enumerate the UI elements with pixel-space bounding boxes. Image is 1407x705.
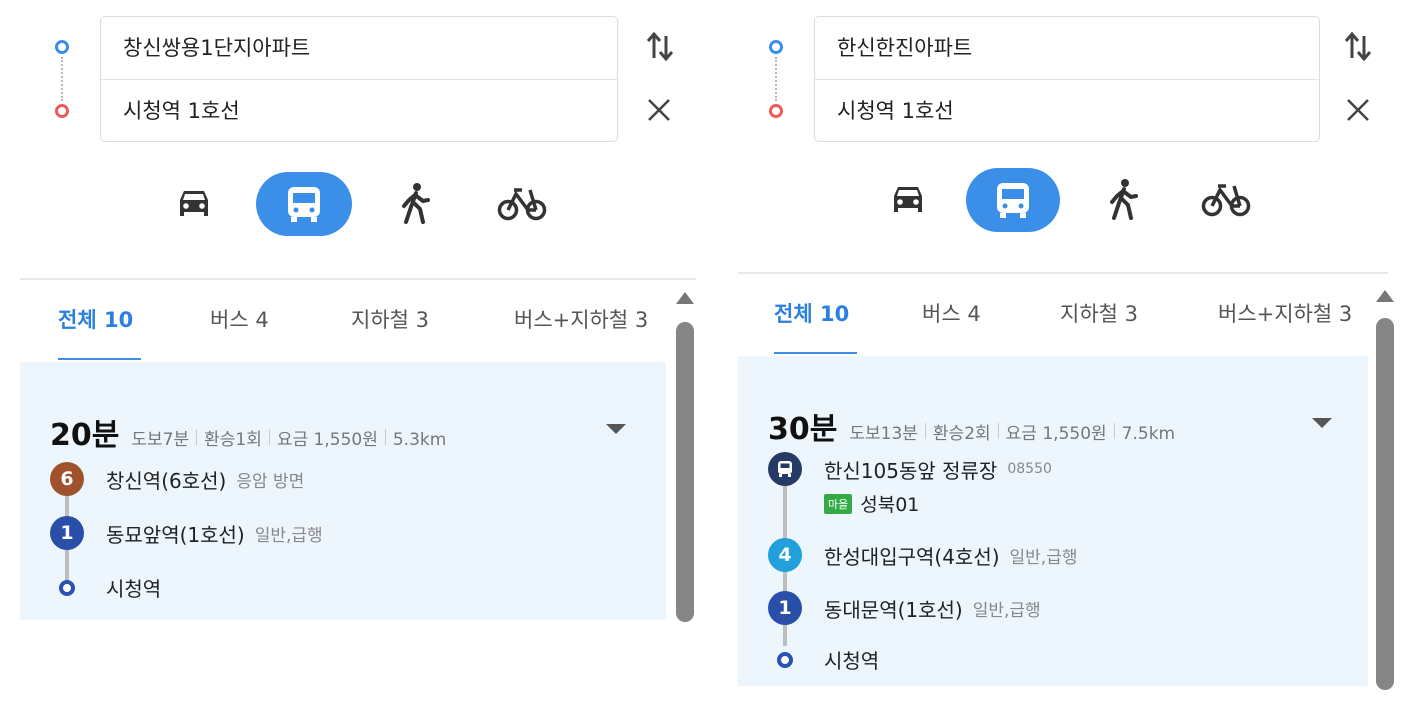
line-6-badge: 6	[50, 462, 84, 496]
swap-arrows-icon	[646, 31, 674, 62]
tab-bus-subway[interactable]: 버스+지하철 3	[1218, 274, 1352, 354]
origin-dot-icon	[769, 40, 783, 54]
tab-all[interactable]: 전체 10	[58, 280, 142, 360]
clear-route-button[interactable]	[643, 94, 675, 126]
car-icon	[180, 191, 208, 216]
swap-route-button[interactable]	[644, 26, 676, 66]
route-connector	[775, 57, 777, 101]
scrollbar-thumb[interactable]	[1376, 318, 1394, 690]
route-summary: 20분 도보7분 환승1회 요금 1,550원 5.3km	[50, 410, 446, 454]
route-summary: 30분 도보13분 환승2회 요금 1,550원 7.5km	[768, 404, 1175, 448]
line-4-badge: 4	[768, 538, 802, 572]
bus-icon	[997, 183, 1029, 218]
route-panel-right: 한신한진아파트 시청역 1호선 전체 10 버스 4 지하철 3 버스+지하철 …	[714, 0, 1407, 705]
car-icon	[894, 187, 922, 212]
route-panel-left: 창신쌍용1단지아파트 시청역 1호선 전체 10 버스 4 지하철 3 버스+지…	[0, 0, 700, 705]
route-step-destination: 시청역	[768, 645, 879, 674]
mode-bike-button[interactable]	[494, 172, 550, 236]
fare: 요금 1,550원	[1005, 424, 1107, 444]
tab-all[interactable]: 전체 10	[774, 274, 858, 354]
walk-icon	[1110, 179, 1138, 220]
swap-arrows-icon	[1344, 31, 1372, 62]
destination-marker-icon	[777, 651, 793, 668]
route-input-box: 창신쌍용1단지아파트 시청역 1호선	[100, 16, 618, 142]
origin-dot-icon	[55, 40, 69, 54]
tab-subway[interactable]: 지하철 3	[351, 280, 429, 360]
bus-stop-badge	[768, 452, 802, 486]
transport-mode-bar	[0, 172, 700, 236]
bus-icon	[778, 461, 792, 477]
tab-bus[interactable]: 버스 4	[210, 280, 269, 360]
swap-route-button[interactable]	[1342, 26, 1374, 66]
result-tabs: 전체 10 버스 4 지하철 3 버스+지하철 3	[738, 274, 1368, 354]
fare: 요금 1,550원	[276, 430, 378, 450]
route-result-card[interactable]: 20분 도보7분 환승1회 요금 1,550원 5.3km 6 창신역(6호선)…	[20, 362, 666, 620]
expand-details-button[interactable]	[606, 424, 626, 434]
close-icon	[1347, 99, 1369, 121]
distance: 7.5km	[1121, 424, 1176, 444]
bus-route-info: 마을 성북01	[824, 490, 919, 517]
mode-car-button[interactable]	[170, 172, 218, 236]
expand-details-button[interactable]	[1312, 418, 1332, 428]
transport-mode-bar	[714, 168, 1407, 232]
travel-time: 20분	[50, 418, 120, 453]
route-step: 4 한성대입구역(4호선) 일반,급행	[768, 538, 1078, 572]
walk-icon	[402, 183, 430, 224]
destination-dot-icon	[769, 104, 783, 118]
close-icon	[648, 99, 670, 121]
distance: 5.3km	[392, 430, 447, 450]
walk-time: 도보13분	[849, 424, 918, 444]
scroll-up-arrow[interactable]	[676, 292, 694, 304]
bus-icon	[288, 187, 320, 222]
scrollbar-thumb[interactable]	[676, 322, 694, 622]
destination-dot-icon	[55, 104, 69, 118]
mode-walk-button[interactable]	[1100, 168, 1148, 232]
origin-input[interactable]: 한신한진아파트	[815, 17, 1319, 79]
mode-walk-button[interactable]	[392, 172, 440, 236]
route-result-card[interactable]: 30분 도보13분 환승2회 요금 1,550원 7.5km 한신105동앞 정…	[738, 356, 1368, 686]
mode-bus-button[interactable]	[256, 172, 352, 236]
route-step-destination: 시청역	[50, 573, 161, 602]
route-step: 1 동묘앞역(1호선) 일반,급행	[50, 516, 323, 550]
route-step: 1 동대문역(1호선) 일반,급행	[768, 591, 1041, 625]
tab-bus[interactable]: 버스 4	[922, 274, 981, 354]
tab-bus-subway[interactable]: 버스+지하철 3	[514, 280, 648, 360]
mode-bus-button[interactable]	[966, 168, 1060, 232]
clear-route-button[interactable]	[1342, 94, 1374, 126]
tab-subway[interactable]: 지하철 3	[1060, 274, 1138, 354]
travel-time: 30분	[768, 412, 838, 447]
line-1-badge: 1	[768, 591, 802, 625]
transfer-count: 환승1회	[204, 430, 262, 450]
scroll-up-arrow[interactable]	[1376, 290, 1394, 302]
route-step: 6 창신역(6호선) 응암 방면	[50, 462, 304, 496]
route-connector	[61, 57, 63, 101]
bike-icon	[1201, 184, 1251, 217]
bus-route-name: 성북01	[860, 494, 920, 516]
result-tabs: 전체 10 버스 4 지하철 3 버스+지하철 3	[20, 280, 670, 360]
destination-input[interactable]: 시청역 1호선	[101, 79, 617, 141]
mode-car-button[interactable]	[884, 168, 932, 232]
route-step: 한신105동앞 정류장 08550	[768, 452, 1052, 486]
transfer-count: 환승2회	[932, 424, 991, 444]
destination-marker-icon	[59, 579, 75, 596]
village-bus-tag: 마을	[824, 493, 853, 514]
origin-input[interactable]: 창신쌍용1단지아파트	[101, 17, 617, 79]
mode-bike-button[interactable]	[1198, 168, 1254, 232]
walk-time: 도보7분	[131, 430, 190, 450]
bike-icon	[497, 188, 547, 221]
destination-input[interactable]: 시청역 1호선	[815, 79, 1319, 141]
route-input-box: 한신한진아파트 시청역 1호선	[814, 16, 1320, 142]
line-1-badge: 1	[50, 516, 84, 550]
